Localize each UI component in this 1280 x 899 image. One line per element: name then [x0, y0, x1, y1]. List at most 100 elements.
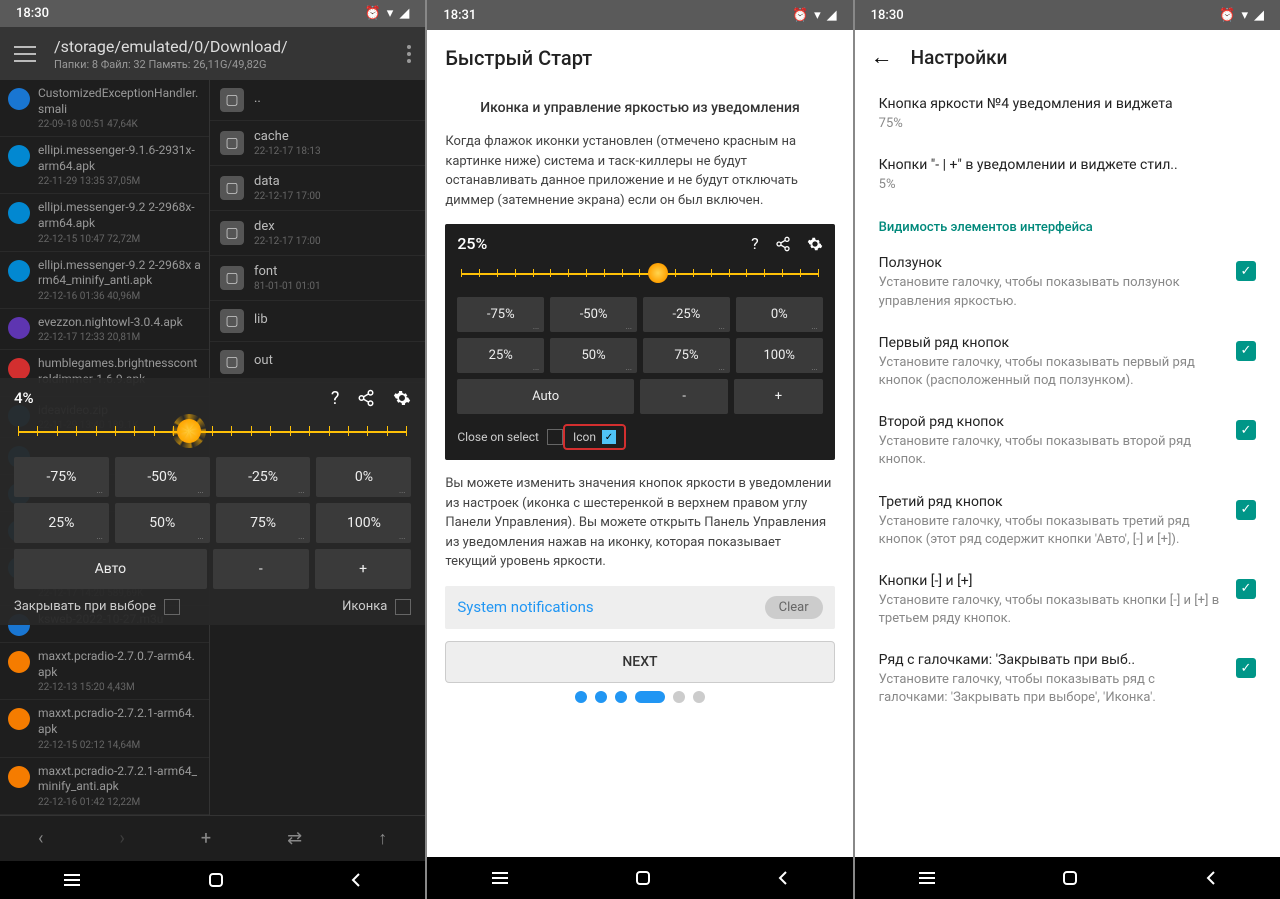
menu-icon[interactable] [14, 46, 36, 62]
setting-title: Ряд с галочками: 'Закрывать при выб.. [879, 652, 1222, 668]
recents-icon[interactable] [917, 871, 937, 885]
status-bar: 18:30 ⏰ ▾ ◢ [0, 0, 425, 27]
brightness-button[interactable]: 25%... [14, 503, 109, 543]
file-item[interactable]: evezzon.nightowl-3.0.4.apk22-12-17 12:33… [0, 309, 209, 351]
icon-checkbox[interactable] [395, 599, 411, 615]
brightness-button[interactable]: 50%... [115, 503, 210, 543]
plus-button[interactable]: + [315, 549, 411, 589]
preview-plus-button: + [734, 379, 822, 414]
brightness-button[interactable]: -50%... [115, 457, 210, 497]
auto-button[interactable]: Авто [14, 549, 207, 589]
file-item[interactable]: ellipi.messenger-9.1.6-2931x-arm64.apk22… [0, 137, 209, 194]
nav-back-icon[interactable] [776, 870, 790, 886]
status-time: 18:30 [871, 8, 904, 23]
recents-icon[interactable] [490, 871, 510, 885]
file-item[interactable]: CustomizedExceptionHandler.smali22-09-18… [0, 80, 209, 137]
checkbox-icon[interactable]: ✓ [1236, 500, 1256, 520]
setting-item[interactable]: Кнопки "- | +" в уведомлении и виджете с… [859, 145, 1276, 206]
setting-value: 5% [879, 176, 1256, 194]
wifi-icon: ▾ [1241, 8, 1248, 23]
share-icon[interactable] [357, 389, 375, 407]
brightness-slider[interactable] [18, 421, 407, 441]
file-icon [8, 88, 30, 110]
home-icon[interactable] [207, 871, 225, 889]
folder-icon: ▢ [220, 131, 244, 155]
up-icon[interactable]: ↑ [378, 828, 387, 849]
setting-checkbox-item[interactable]: Первый ряд кнопокУстановите галочку, что… [859, 323, 1276, 402]
setting-checkbox-item[interactable]: Третий ряд кнопокУстановите галочку, что… [859, 482, 1276, 561]
status-time: 18:31 [443, 8, 476, 23]
brightness-button: 0%... [736, 297, 823, 332]
nav-back-icon[interactable] [1204, 870, 1218, 886]
file-icon [8, 708, 30, 730]
setting-checkbox-item[interactable]: Второй ряд кнопокУстановите галочку, что… [859, 402, 1276, 481]
file-icon [8, 145, 30, 167]
folder-icon: ▢ [220, 221, 244, 245]
file-name: ellipi.messenger-9.2 2-2968x arm64_minif… [38, 258, 201, 289]
checkbox-icon[interactable]: ✓ [1236, 420, 1256, 440]
icon-highlight-box: Icon ✓ [563, 424, 626, 450]
setting-title: Кнопки "- | +" в уведомлении и виджете с… [879, 157, 1256, 173]
file-meta: 22-12-17 12:33 20,81M [38, 332, 183, 343]
close-on-select-checkbox[interactable] [164, 599, 180, 615]
setting-checkbox-item[interactable]: Ряд с галочками: 'Закрывать при выб..Уст… [859, 640, 1276, 719]
preview-icon-label: Icon [573, 430, 596, 444]
gear-icon[interactable] [393, 389, 411, 407]
brightness-button[interactable]: 100%... [316, 503, 411, 543]
setting-checkbox-item[interactable]: Кнопки [-] и [+]Установите галочку, чтоб… [859, 561, 1276, 640]
folder-name: data [254, 174, 321, 189]
preview-percent: 25% [457, 234, 487, 253]
recents-icon[interactable] [62, 873, 82, 887]
folder-item[interactable]: ▢dex22-12-17 17:00 [210, 211, 425, 256]
checkbox-icon[interactable]: ✓ [1236, 341, 1256, 361]
setting-title: Кнопки [-] и [+] [879, 573, 1222, 589]
back-icon[interactable]: ← [871, 44, 893, 70]
file-icon [8, 317, 30, 339]
page-title: Настройки [911, 46, 1008, 69]
checkbox-icon[interactable]: ✓ [1236, 658, 1256, 678]
file-item[interactable]: maxxt.pcradio-2.7.2.1-arm64.apk22-12-15 … [0, 700, 209, 757]
folder-item[interactable]: ▢font81-01-01 01:01 [210, 256, 425, 301]
settings-header: ← Настройки [855, 30, 1280, 84]
more-icon[interactable] [407, 45, 411, 63]
setting-value: 75% [879, 115, 1256, 133]
file-item[interactable]: maxxt.pcradio-2.7.2.1-arm64_minify_anti.… [0, 758, 209, 815]
folder-item[interactable]: ▢data22-12-17 17:00 [210, 166, 425, 211]
file-item[interactable]: ellipi.messenger-9.2 2-2968x-arm64.apk22… [0, 194, 209, 251]
folder-icon: ▢ [220, 88, 244, 112]
back-icon[interactable]: ‹ [38, 828, 43, 849]
brightness-button[interactable]: -75%... [14, 457, 109, 497]
help-icon[interactable]: ? [331, 388, 340, 409]
checkbox-icon[interactable]: ✓ [1236, 261, 1256, 281]
folder-name: .. [254, 91, 261, 106]
file-item[interactable]: maxxt.pcradio-2.7.0.7-arm64.apk22-12-13 … [0, 643, 209, 700]
file-meta: 22-12-16 01:42 12,22M [38, 797, 201, 808]
home-icon[interactable] [1061, 869, 1079, 887]
forward-icon[interactable]: › [119, 828, 124, 849]
path-subtitle: Папки: 8 Файл: 32 Память: 26,11G/49,82G [54, 58, 407, 71]
home-icon[interactable] [634, 869, 652, 887]
file-name: ellipi.messenger-9.1.6-2931x-arm64.apk [38, 143, 201, 174]
file-icon [8, 260, 30, 282]
section-header: Видимость элементов интерфейса [859, 206, 1276, 243]
setting-description: Установите галочку, чтобы показывать вто… [879, 433, 1222, 469]
brightness-button[interactable]: 75%... [216, 503, 311, 543]
file-item[interactable]: ellipi.messenger-9.2 2-2968x arm64_minif… [0, 252, 209, 309]
brightness-button[interactable]: -25%... [216, 457, 311, 497]
setting-item[interactable]: Кнопка яркости №4 уведомления и виджета7… [859, 84, 1276, 145]
nav-back-icon[interactable] [349, 872, 363, 888]
folder-item[interactable]: ▢out [210, 342, 425, 383]
setting-checkbox-item[interactable]: ПолзунокУстановите галочку, чтобы показы… [859, 243, 1276, 322]
brightness-button: -25%... [643, 297, 730, 332]
brightness-button[interactable]: 0%... [316, 457, 411, 497]
folder-item[interactable]: ▢lib [210, 301, 425, 342]
signal-icon: ◢ [399, 6, 409, 21]
minus-button[interactable]: - [213, 549, 309, 589]
checkbox-icon[interactable]: ✓ [1236, 579, 1256, 599]
swap-icon[interactable]: ⇄ [287, 828, 302, 849]
add-icon[interactable]: + [201, 828, 211, 849]
signal-icon: ◢ [1254, 8, 1264, 23]
next-button[interactable]: NEXT [445, 641, 834, 683]
folder-item[interactable]: ▢.. [210, 80, 425, 121]
folder-item[interactable]: ▢cache22-12-17 18:13 [210, 121, 425, 166]
